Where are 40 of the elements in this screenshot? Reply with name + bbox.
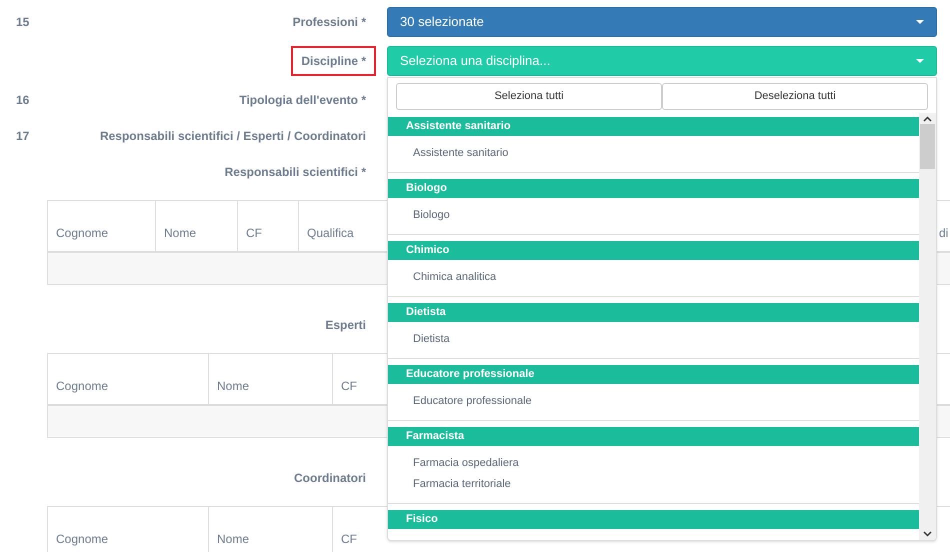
section-number: 17 [16, 129, 30, 143]
select-field[interactable]: 30 selezionate [387, 7, 937, 37]
scroll-thumb[interactable] [920, 124, 935, 169]
option-item[interactable]: Assistente sanitario [388, 143, 919, 164]
field-label: Discipline * [291, 46, 376, 76]
field-label: Tipologia dell'evento * [238, 92, 367, 109]
select-all-button[interactable]: Seleziona tutti [396, 83, 662, 110]
field-label: Professioni * [292, 14, 367, 31]
column-header: CF [238, 201, 299, 251]
scrollbar[interactable] [919, 113, 936, 540]
select-all-button[interactable]: Deseleziona tutti [662, 83, 928, 110]
group-header: Assistente sanitario [388, 117, 919, 136]
column-header: Nome [156, 201, 238, 251]
group-header: Biologo [388, 179, 919, 198]
option-item[interactable]: Biologo [388, 205, 919, 226]
option-item[interactable]: Educatore professionale [388, 391, 919, 412]
field-label: Esperti [324, 317, 367, 334]
option-item[interactable]: Farmacia territoriale [388, 474, 919, 495]
section-number: 15 [16, 15, 30, 29]
column-header: Cognome [48, 507, 209, 552]
scroll-down-icon[interactable] [923, 531, 932, 537]
caret-icon [916, 59, 924, 63]
scroll-up-icon[interactable] [923, 116, 932, 122]
field-label: Coordinatori [293, 470, 367, 487]
column-header: Cognome [48, 201, 156, 251]
caret-icon [916, 20, 924, 24]
group-header: Chimico [388, 241, 919, 260]
column-header: Cognome [48, 354, 209, 404]
group-header: Fisico [388, 510, 919, 529]
group-header: Educatore professionale [388, 365, 919, 384]
column-header: Nome [209, 354, 333, 404]
group-header: Farmacista [388, 427, 919, 446]
option-item[interactable]: Farmacia ospedaliera [388, 453, 919, 474]
column-header: Nome [209, 507, 333, 552]
group-header: Dietista [388, 303, 919, 322]
field-label: Responsabili scientifici * [224, 164, 367, 181]
option-item[interactable]: Chimica analitica [388, 267, 919, 288]
field-label: Responsabili scientifici / Esperti / Coordinatori [98, 128, 367, 145]
option-item[interactable]: Dietista [388, 329, 919, 350]
section-number: 16 [16, 93, 30, 107]
